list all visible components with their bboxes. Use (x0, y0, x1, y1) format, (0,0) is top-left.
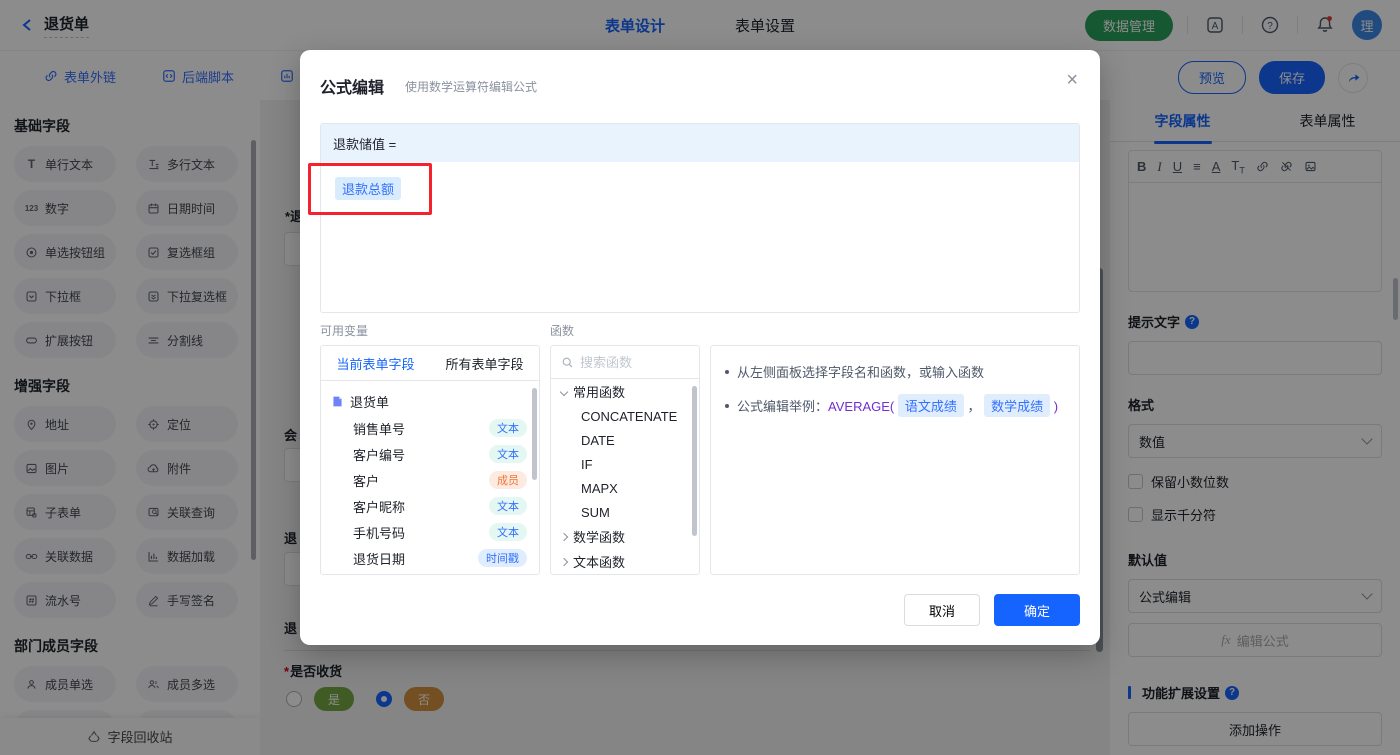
type-tag: 文本 (489, 497, 527, 515)
tab-current-form-fields[interactable]: 当前表单字段 (321, 346, 430, 380)
function-item[interactable]: IF (551, 452, 699, 476)
function-item[interactable]: SUM (551, 500, 699, 524)
variables-scrollbar[interactable] (532, 388, 537, 480)
type-tag: 文本 (489, 445, 527, 463)
variable-row[interactable]: 手机号码 文本 (321, 519, 539, 545)
modal-title: 公式编辑 (320, 80, 385, 97)
modal-subtitle: 使用数学运算符编辑公式 (405, 80, 538, 94)
variables-tree-root[interactable]: 退货单 (321, 387, 539, 415)
variable-row[interactable]: 客户昵称 文本 (321, 493, 539, 519)
formula-editor-modal: 公式编辑 使用数学运算符编辑公式 × 退款储值 = 退款总额 可用变量 函数 当… (300, 50, 1100, 645)
example-field-tag: 语文成绩 (897, 394, 964, 417)
tab-all-form-fields[interactable]: 所有表单字段 (430, 346, 539, 380)
chevron-down-icon (559, 387, 569, 396)
formula-target: 退款储值 = (321, 124, 1079, 162)
type-tag: 文本 (489, 523, 527, 541)
formula-input-panel[interactable]: 退款储值 = 退款总额 (320, 123, 1080, 313)
function-item[interactable]: CONCATENATE (551, 404, 699, 428)
variables-panel: 当前表单字段 所有表单字段 退货单 销售单号 文本 客户编号 文本 客户 成员 客户昵… (320, 345, 540, 575)
form-doc-icon (331, 395, 344, 408)
function-group-common[interactable]: 常用函数 (551, 379, 699, 404)
cancel-button[interactable]: 取消 (904, 594, 980, 626)
functions-section-label: 函数 (550, 324, 575, 338)
confirm-button[interactable]: 确定 (994, 594, 1080, 626)
search-icon (561, 356, 574, 369)
type-tag: 时间戳 (478, 549, 527, 567)
variable-row[interactable]: 退货日期 时间戳 (321, 545, 539, 571)
function-item[interactable]: MAPX (551, 476, 699, 500)
example-field-tag: 数学成绩 (984, 394, 1051, 417)
variable-row[interactable]: 销售单号 文本 (321, 415, 539, 441)
function-search-input[interactable] (580, 354, 680, 370)
type-tag: 成员 (489, 471, 527, 489)
formula-help-panel: 从左侧面板选择字段名和函数，或输入函数 公式编辑举例：AVERAGE( 语文成绩… (710, 345, 1080, 575)
help-line-2: 公式编辑举例：AVERAGE( 语文成绩 ， 数学成绩 ) (737, 394, 1058, 417)
chevron-right-icon (559, 557, 569, 566)
function-group-math[interactable]: 数学函数 (551, 524, 699, 549)
chevron-right-icon (559, 532, 569, 541)
annotation-highlight-box (308, 163, 432, 215)
variable-row[interactable]: 客户编号 文本 (321, 441, 539, 467)
functions-scrollbar[interactable] (692, 386, 697, 536)
variable-row[interactable]: 客户 成员 (321, 467, 539, 493)
function-group-text[interactable]: 文本函数 (551, 549, 699, 574)
type-tag: 文本 (489, 419, 527, 437)
variables-section-label: 可用变量 (320, 324, 369, 338)
help-line-1: 从左侧面板选择字段名和函数，或输入函数 (737, 365, 985, 380)
functions-panel: 常用函数 CONCATENATE DATE IF MAPX SUM 数学函数 文… (550, 345, 700, 575)
close-icon[interactable]: × (1066, 70, 1078, 90)
function-item[interactable]: DATE (551, 428, 699, 452)
